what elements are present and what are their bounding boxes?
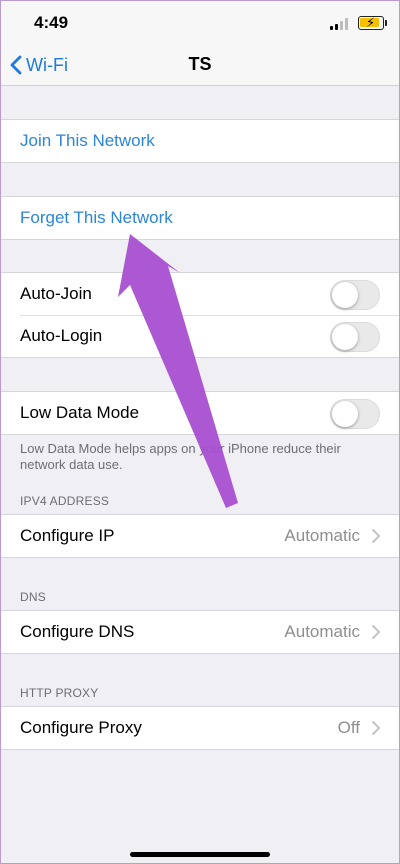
annotation-arrow-icon (118, 234, 238, 508)
home-indicator[interactable] (130, 852, 270, 857)
